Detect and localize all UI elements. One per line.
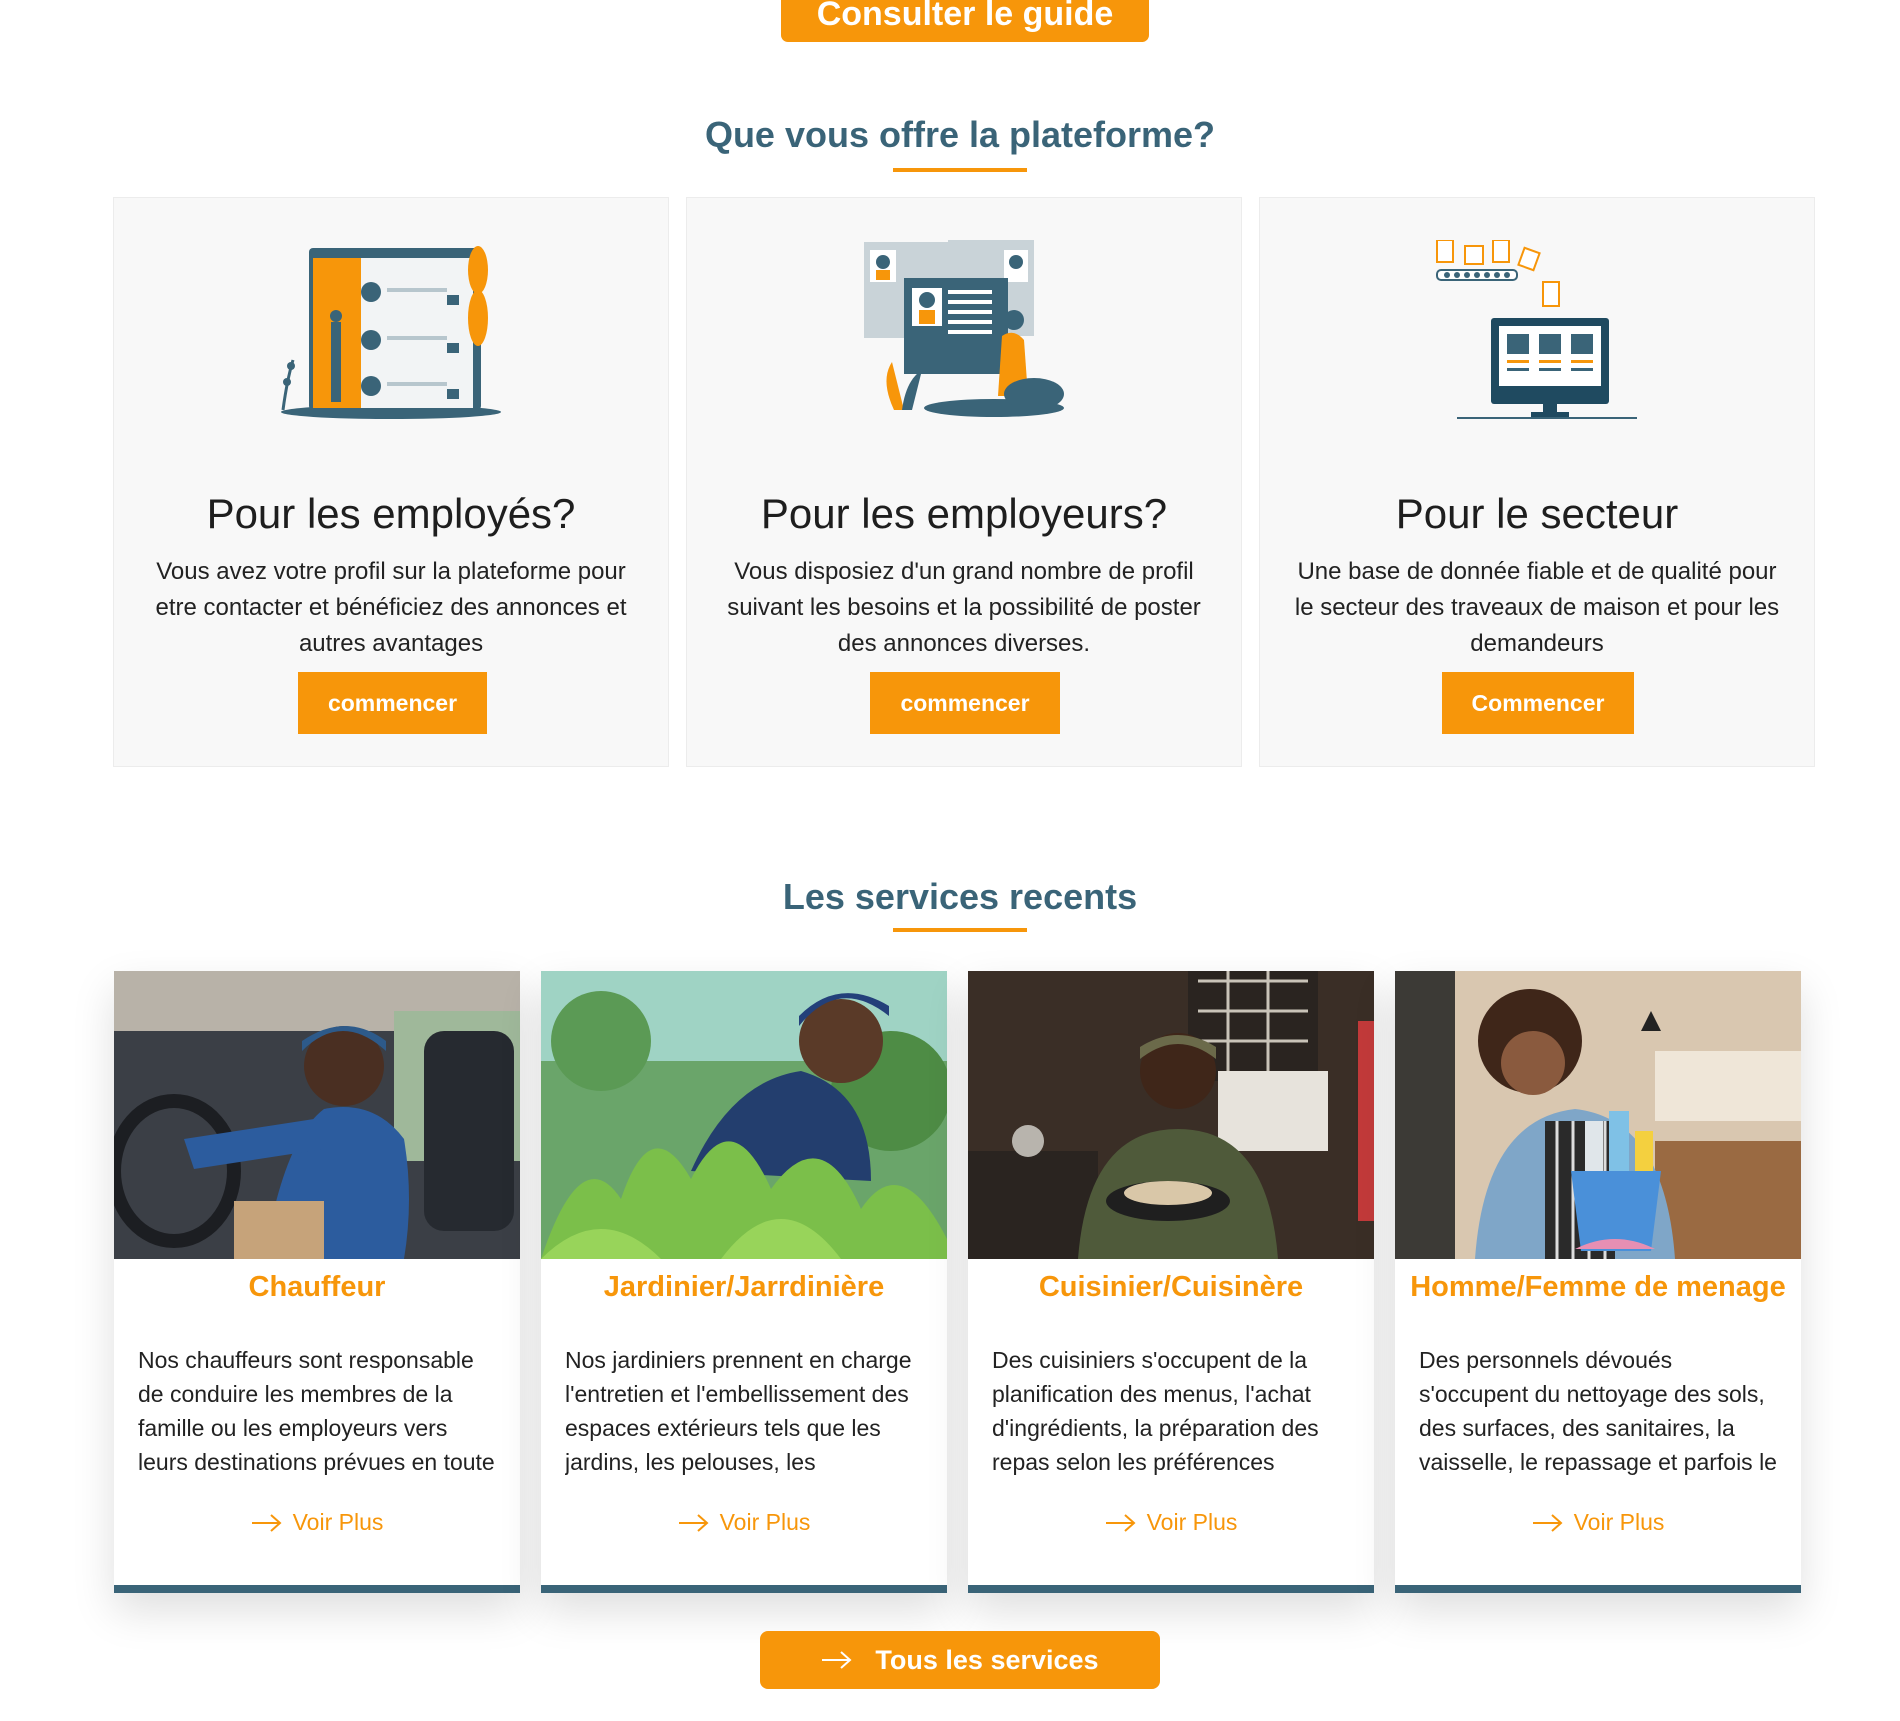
chauffeur-photo <box>114 971 520 1259</box>
voir-plus-link[interactable]: Voir Plus <box>968 1509 1374 1536</box>
offer-card-text: Vous disposiez d'un grand nombre de prof… <box>727 558 1201 657</box>
offer-card-text: Une base de donnée fiable et de qualité … <box>1294 558 1780 657</box>
voir-plus-label: Voir Plus <box>1573 1509 1665 1535</box>
voir-plus-link[interactable]: Voir Plus <box>1395 1509 1801 1536</box>
service-title: Cuisinier/Cuisinère <box>1038 1271 1304 1303</box>
offer-title-underline <box>893 168 1027 172</box>
arrow-right-icon <box>1532 1513 1563 1532</box>
all-services-button[interactable]: Tous les services <box>760 1631 1160 1689</box>
offer-card-title: Pour le secteur <box>1395 490 1679 537</box>
service-card-jardinier[interactable]: Jardinier/Jarrdinière Nos jardiniers pre… <box>541 971 947 1593</box>
voir-plus-label: Voir Plus <box>719 1509 811 1535</box>
voir-plus-link[interactable]: Voir Plus <box>541 1509 947 1536</box>
service-description: Nos jardiniers prennent en charge l'entr… <box>565 1347 912 1475</box>
arrow-right-icon <box>1105 1513 1136 1532</box>
jardinier-photo <box>541 971 947 1259</box>
service-card-cuisinier[interactable]: Cuisinier/Cuisinère Des cuisiniers s'occ… <box>968 971 1374 1593</box>
service-title: Homme/Femme de menage <box>1410 1271 1786 1303</box>
service-title: Jardinier/Jarrdinière <box>603 1271 885 1303</box>
services-title-underline <box>893 928 1027 932</box>
offer-card-text: Vous avez votre profil sur la plateforme… <box>155 558 627 657</box>
voir-plus-link[interactable]: Voir Plus <box>114 1509 520 1536</box>
offer-card-employees: Pour les employés? Vous avez votre profi… <box>113 197 669 767</box>
service-title: Chauffeur <box>248 1271 386 1303</box>
offer-card-employers: Pour les employeurs? Vous disposiez d'un… <box>686 197 1242 767</box>
services-section-title: Les services recents <box>782 876 1138 917</box>
employers-illustration-icon <box>687 240 1241 420</box>
service-card-menage[interactable]: Homme/Femme de menage Des personnels dév… <box>1395 971 1801 1593</box>
offer-card-title: Pour les employés? <box>206 490 576 537</box>
cuisinier-photo <box>968 971 1374 1259</box>
consult-guide-button[interactable]: Consulter le guide <box>781 0 1149 42</box>
menage-photo <box>1395 971 1801 1259</box>
all-services-label: Tous les services <box>875 1644 1099 1675</box>
offer-card-sector: Pour le secteur Une base de donnée fiabl… <box>1259 197 1815 767</box>
service-card-chauffeur[interactable]: Chauffeur Nos chauffeurs sont responsabl… <box>114 971 520 1593</box>
sector-illustration-icon <box>1260 240 1814 420</box>
offer-card-title: Pour les employeurs? <box>760 490 1168 537</box>
voir-plus-label: Voir Plus <box>1146 1509 1238 1535</box>
start-sector-button[interactable]: Commencer <box>1442 672 1634 734</box>
employees-illustration-icon <box>114 240 668 420</box>
arrow-right-icon <box>251 1513 282 1532</box>
service-description: Des cuisiniers s'occupent de la planific… <box>992 1347 1319 1475</box>
start-employees-button[interactable]: commencer <box>298 672 487 734</box>
start-employers-button[interactable]: commencer <box>870 672 1060 734</box>
voir-plus-label: Voir Plus <box>292 1509 384 1535</box>
service-description: Nos chauffeurs sont responsable de condu… <box>138 1347 495 1475</box>
arrow-right-icon <box>678 1513 709 1532</box>
service-description: Des personnels dévoués s'occupent du net… <box>1419 1347 1777 1475</box>
arrow-right-icon <box>822 1651 852 1669</box>
offer-section-title: Que vous offre la plateforme? <box>704 114 1216 155</box>
